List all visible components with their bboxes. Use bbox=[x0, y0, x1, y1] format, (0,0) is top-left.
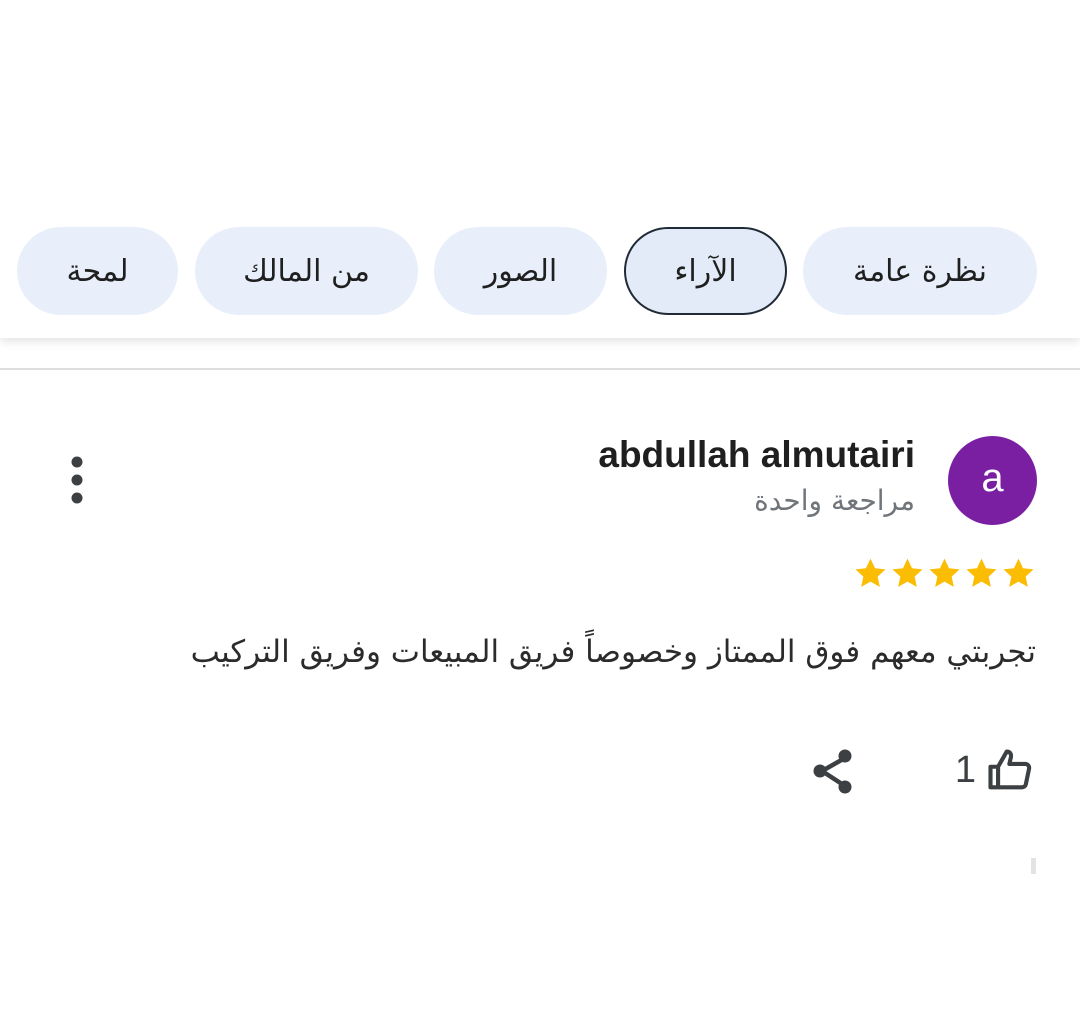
scrollbar-thumb[interactable] bbox=[1031, 858, 1036, 874]
star-icon bbox=[1003, 558, 1034, 587]
star-rating bbox=[853, 556, 1036, 591]
tab-reviews-label: الآراء bbox=[674, 253, 737, 289]
share-icon bbox=[813, 749, 852, 794]
more-options-button[interactable] bbox=[58, 453, 96, 509]
tab-about-label: لمحة bbox=[66, 253, 129, 289]
thumb-up-icon bbox=[988, 749, 1032, 790]
divider bbox=[0, 368, 1080, 370]
like-count: 1 bbox=[954, 748, 976, 791]
share-button[interactable] bbox=[806, 744, 862, 800]
avatar-letter: a bbox=[981, 456, 1004, 500]
tab-about[interactable]: لمحة bbox=[17, 227, 178, 315]
reviewer-review-count: مراجعة واحدة bbox=[754, 484, 915, 517]
more-vert-icon bbox=[71, 456, 83, 504]
like-button[interactable]: 1 bbox=[955, 740, 1036, 800]
tab-photos[interactable]: الصور bbox=[434, 227, 607, 315]
star-icon bbox=[966, 558, 997, 587]
review-text: تجربتي معهم فوق الممتاز وخصوصاً فريق الم… bbox=[190, 634, 1036, 670]
star-icon bbox=[855, 558, 886, 587]
tab-from-owner-label: من المالك bbox=[243, 253, 370, 289]
tab-photos-label: الصور bbox=[483, 253, 558, 289]
tabs-bar: نظرة عامة الآراء الصور من المالك لمحة bbox=[0, 0, 1080, 338]
tab-overview[interactable]: نظرة عامة bbox=[803, 227, 1037, 315]
avatar[interactable]: a bbox=[948, 436, 1037, 525]
reviewer-name[interactable]: abdullah almutairi bbox=[598, 434, 915, 476]
tab-reviews[interactable]: الآراء bbox=[624, 227, 787, 315]
star-icon bbox=[892, 558, 923, 587]
tab-from-owner[interactable]: من المالك bbox=[195, 227, 418, 315]
star-icon bbox=[929, 558, 960, 587]
tab-overview-label: نظرة عامة bbox=[853, 253, 987, 289]
